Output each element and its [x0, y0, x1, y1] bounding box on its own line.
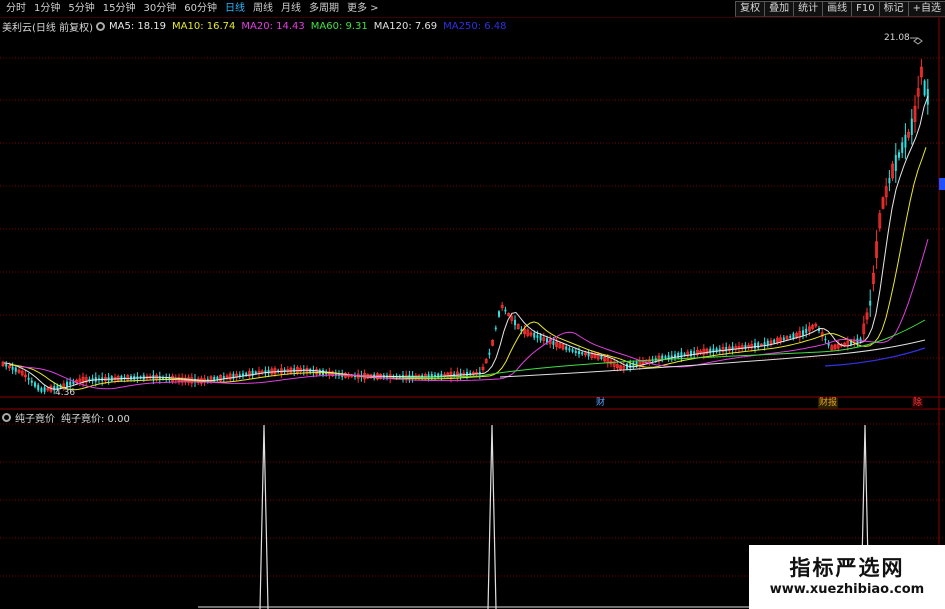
stock-title: 美利云(日线 前复权)	[2, 22, 93, 34]
candle	[824, 338, 827, 341]
indicator-spike-0	[259, 424, 269, 609]
candle	[34, 382, 36, 387]
candle	[536, 335, 539, 338]
candle	[664, 356, 667, 359]
candle	[14, 367, 17, 372]
ma-value-2: MA20: 14.43	[241, 20, 305, 32]
ma20-line	[19, 238, 929, 390]
candle	[802, 330, 804, 336]
candle	[670, 355, 673, 358]
ma60-line	[399, 319, 926, 379]
candle	[757, 342, 760, 349]
ma-value-4: MA120: 7.69	[373, 20, 438, 32]
low-price-label: 4.36	[55, 388, 76, 398]
candle	[40, 388, 43, 392]
event-tag-exdividend[interactable]: 除	[912, 398, 924, 409]
candle	[581, 352, 584, 355]
ma-value-3: MA60: 9.31	[310, 20, 368, 32]
candle	[888, 177, 891, 184]
candle	[773, 339, 776, 344]
candle	[466, 372, 468, 376]
candle	[533, 332, 536, 338]
candle	[587, 352, 590, 357]
candle	[901, 142, 904, 153]
high-marker-icon	[913, 37, 923, 45]
watermark-url: www.xuezhibiao.com	[769, 582, 925, 597]
candle	[30, 380, 33, 383]
candle	[904, 134, 907, 148]
candle	[498, 311, 500, 317]
candle	[66, 381, 68, 388]
candle	[504, 309, 507, 312]
candle	[571, 349, 574, 352]
ma-value-5: MA250: 6.48	[443, 20, 507, 32]
candle	[488, 352, 491, 355]
kline-chart[interactable]	[0, 0, 945, 609]
candle	[789, 336, 792, 338]
event-tag-finance[interactable]: 财	[595, 398, 606, 409]
candle	[754, 343, 756, 349]
candle	[43, 387, 46, 392]
candle	[565, 346, 568, 350]
candle	[539, 335, 542, 341]
ma-value-1: MA10: 16.74	[172, 20, 236, 32]
candle	[574, 350, 577, 354]
candle	[600, 355, 603, 359]
candle	[552, 341, 555, 345]
indicator-spike-1	[487, 424, 497, 609]
candle	[578, 351, 580, 355]
candle	[27, 377, 30, 380]
candle	[683, 353, 686, 356]
indicator-legend: 纯子竟价 纯子竟价: 0.00	[2, 411, 130, 425]
indicator-name: 纯子竟价	[15, 413, 55, 425]
event-tag-report[interactable]: 财报	[818, 398, 839, 409]
ma-value-0: MA5: 18.19	[108, 20, 166, 32]
indicator-value: 纯子竟价: 0.00	[61, 413, 130, 425]
high-price-label: 21.08	[884, 33, 910, 43]
candle	[629, 363, 632, 369]
candle	[869, 300, 872, 306]
settings-circle-icon[interactable]	[2, 412, 11, 422]
settings-circle-icon[interactable]	[95, 21, 105, 31]
candle	[11, 366, 14, 370]
candle	[805, 328, 808, 333]
candle	[910, 118, 913, 135]
candle	[898, 152, 900, 158]
candle	[514, 319, 516, 326]
candle	[494, 327, 497, 330]
candle	[782, 337, 785, 340]
candle	[37, 384, 40, 391]
watermark-title: 指标严选网	[789, 556, 905, 580]
candle	[894, 154, 897, 172]
candle	[238, 374, 241, 377]
candle	[69, 381, 72, 386]
candle	[5, 364, 8, 367]
candle	[568, 348, 571, 351]
watermark-logo: 指标严选网 www.xuezhibiao.com	[749, 545, 945, 609]
axis-marker	[939, 178, 945, 190]
ma-values: MA5: 18.19 MA10: 16.74 MA20: 14.43 MA60: 9.…	[109, 21, 513, 32]
candle	[923, 80, 926, 96]
ma-legend: 美利云(日线 前复权) MA5: 18.19 MA10: 16.74 MA20: 1…	[2, 19, 513, 34]
